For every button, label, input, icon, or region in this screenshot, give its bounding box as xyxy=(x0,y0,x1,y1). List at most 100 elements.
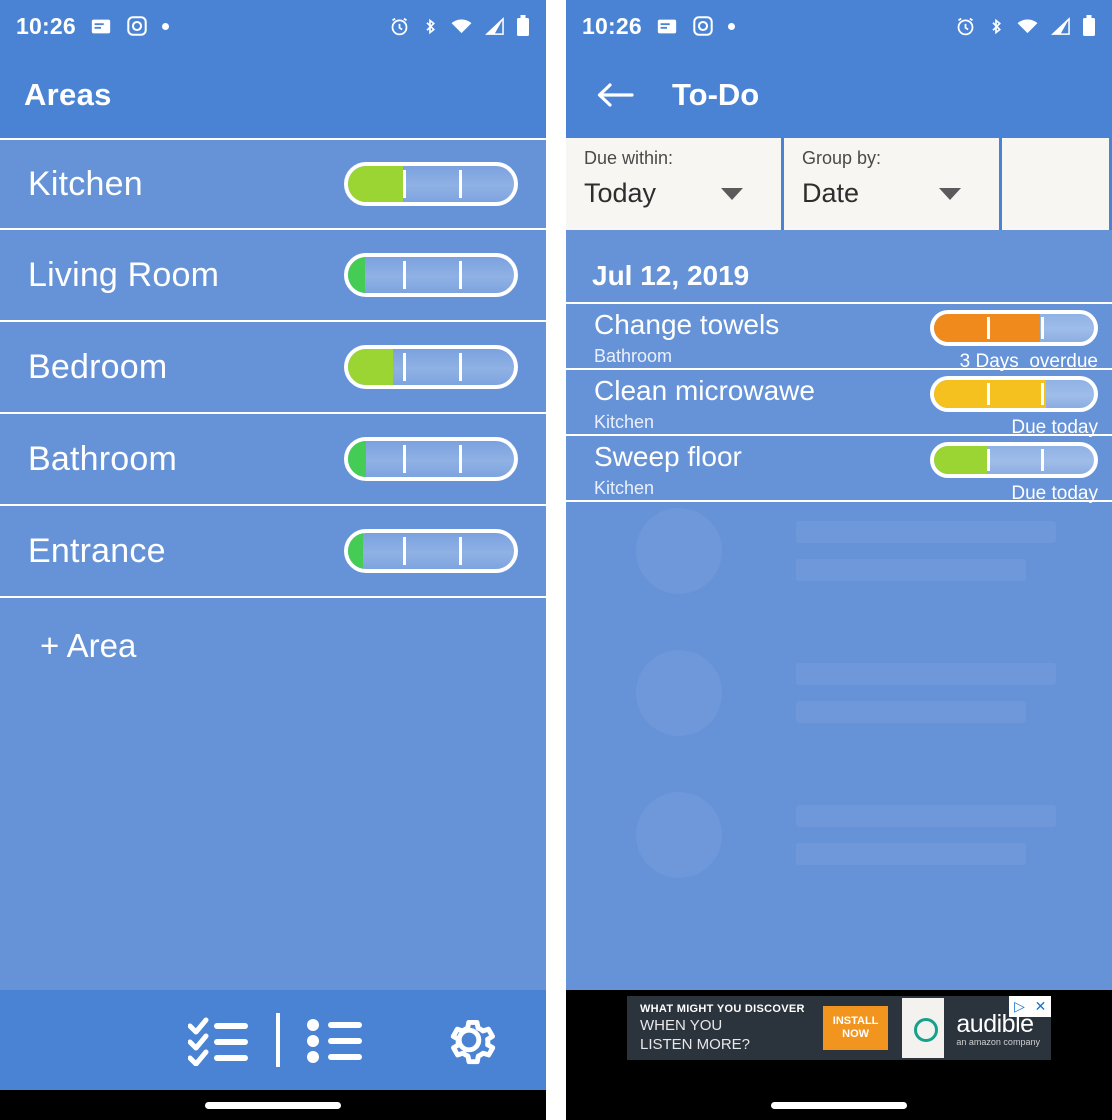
skeleton-row xyxy=(566,764,1112,906)
status-bar-right-group xyxy=(389,15,530,37)
area-row[interactable]: Bathroom xyxy=(0,414,546,506)
dot-icon xyxy=(161,22,169,30)
task-title: Change towels xyxy=(594,309,780,340)
ad-install-button[interactable]: INSTALL NOW xyxy=(822,1006,889,1050)
wifi-icon xyxy=(450,17,473,36)
filter-label: Group by: xyxy=(802,148,882,168)
task-title: Clean microwawe xyxy=(594,375,815,406)
skeleton-line xyxy=(796,805,1056,827)
add-area-label: + Area xyxy=(40,627,137,664)
status-bar-left: 10:26 xyxy=(0,0,546,52)
task-status: Due today xyxy=(930,442,1098,505)
adchoices-icon[interactable]: ▷ xyxy=(1009,996,1030,1017)
camera-icon xyxy=(126,15,148,37)
filter-due-within[interactable]: Due within: Today xyxy=(566,138,784,230)
area-name: Kitchen xyxy=(28,164,143,203)
chevron-down-icon[interactable] xyxy=(939,187,961,200)
area-name: Bathroom xyxy=(28,439,178,478)
screen-gutter xyxy=(546,0,566,1120)
filter-group-by[interactable]: Group by: Date xyxy=(784,138,1002,230)
close-icon[interactable]: ✕ xyxy=(1030,996,1051,1017)
back-button[interactable] xyxy=(588,80,642,110)
area-progress-bar xyxy=(344,529,518,573)
arrow-left-icon[interactable] xyxy=(596,80,634,110)
ad-text-block: WHAT MIGHT YOU DISCOVER WHEN YOU LISTEN … xyxy=(627,1003,805,1053)
page-title: To-Do xyxy=(672,77,760,112)
area-row[interactable]: Bedroom xyxy=(0,322,546,414)
ad-cta-line-1: INSTALL xyxy=(832,1015,879,1027)
skeleton-lines xyxy=(796,521,1056,581)
bottom-nav-bar xyxy=(0,990,546,1090)
task-status: Due today xyxy=(930,376,1098,439)
area-progress-fill xyxy=(348,257,365,293)
skeleton-avatar xyxy=(636,508,722,594)
ad-headline-2: LISTEN MORE? xyxy=(640,1036,751,1053)
filter-empty-cell xyxy=(1002,138,1112,230)
battery-icon xyxy=(1082,15,1096,37)
skeleton-lines xyxy=(796,805,1056,865)
gesture-bar[interactable] xyxy=(771,1101,907,1109)
progress-divider xyxy=(458,537,462,565)
area-row[interactable]: Kitchen xyxy=(0,138,546,230)
skeleton-row xyxy=(566,622,1112,764)
task-progress-fill xyxy=(934,446,987,474)
skeleton-line xyxy=(796,663,1056,685)
dot-icon xyxy=(727,22,735,30)
area-progress-bar xyxy=(344,437,518,481)
gesture-nav-left xyxy=(0,1090,546,1120)
task-row[interactable]: Sweep floor Kitchen Due today xyxy=(566,436,1112,505)
progress-divider xyxy=(987,449,991,471)
progress-divider xyxy=(987,317,991,339)
add-area-button[interactable]: + Area xyxy=(0,598,546,694)
progress-divider xyxy=(458,261,462,289)
progress-divider xyxy=(403,170,407,198)
page-title-wrap: Areas xyxy=(0,77,112,113)
bulleted-list-icon[interactable] xyxy=(306,1014,364,1066)
area-progress-fill xyxy=(348,349,393,385)
bluetooth-icon xyxy=(987,16,1005,37)
area-row[interactable]: Entrance xyxy=(0,506,546,598)
status-bar-right: 10:26 xyxy=(566,0,1112,52)
dual-screenshot: 10:26 Areas Kitchen Living Room Bedroom … xyxy=(0,0,1112,1120)
task-progress-bar xyxy=(930,310,1098,346)
settings-button[interactable] xyxy=(438,1009,500,1071)
task-due-label: Due today xyxy=(1011,483,1098,504)
app-bar-right: To-Do xyxy=(566,52,1112,138)
areas-list: Kitchen Living Room Bedroom Bathroom Ent… xyxy=(0,138,546,694)
area-name: Bedroom xyxy=(28,347,168,386)
progress-divider xyxy=(403,537,407,565)
nav-divider xyxy=(276,1013,280,1067)
progress-divider xyxy=(1040,449,1044,471)
page-title: Areas xyxy=(24,77,112,112)
area-name: Entrance xyxy=(28,531,166,570)
area-progress-bar xyxy=(344,253,518,297)
status-bar-left-group: 10:26 xyxy=(16,13,169,40)
task-content: Clean microwawe Kitchen Due today xyxy=(594,376,1098,439)
progress-divider xyxy=(403,353,407,381)
task-row[interactable]: Clean microwawe Kitchen Due today xyxy=(566,370,1112,439)
camera-icon xyxy=(692,15,714,37)
area-row[interactable]: Living Room xyxy=(0,230,546,322)
right-phone-screen: 10:26 To-Do Due within: Today Group by: … xyxy=(566,0,1112,1120)
status-time: 10:26 xyxy=(16,12,76,39)
filter-bar: Due within: Today Group by: Date xyxy=(566,138,1112,230)
ad-banner-container: WHAT MIGHT YOU DISCOVER WHEN YOU LISTEN … xyxy=(566,990,1112,1090)
task-row[interactable]: Change towels Bathroom 3 Days overdue xyxy=(566,304,1112,372)
skeleton-lines xyxy=(796,663,1056,723)
chevron-down-icon[interactable] xyxy=(721,187,743,200)
checklist-icon[interactable] xyxy=(188,1014,250,1066)
gear-icon[interactable] xyxy=(438,1009,500,1071)
gesture-nav-right xyxy=(566,1090,1112,1120)
ad-banner[interactable]: WHAT MIGHT YOU DISCOVER WHEN YOU LISTEN … xyxy=(627,996,1051,1060)
filter-value-row: Date xyxy=(802,178,983,209)
task-area: Kitchen xyxy=(594,478,655,498)
gesture-bar[interactable] xyxy=(205,1101,341,1109)
ad-brand-tagline: an amazon company xyxy=(956,1036,1040,1047)
status-bar-left-group: 10:26 xyxy=(582,13,735,40)
skeleton-avatar xyxy=(636,650,722,736)
area-progress-fill xyxy=(348,533,363,569)
alarm-icon xyxy=(389,16,410,37)
task-text-block: Change towels Bathroom xyxy=(594,310,779,367)
ad-app-thumbnail xyxy=(902,998,945,1058)
task-text-block: Sweep floor Kitchen xyxy=(594,442,742,499)
